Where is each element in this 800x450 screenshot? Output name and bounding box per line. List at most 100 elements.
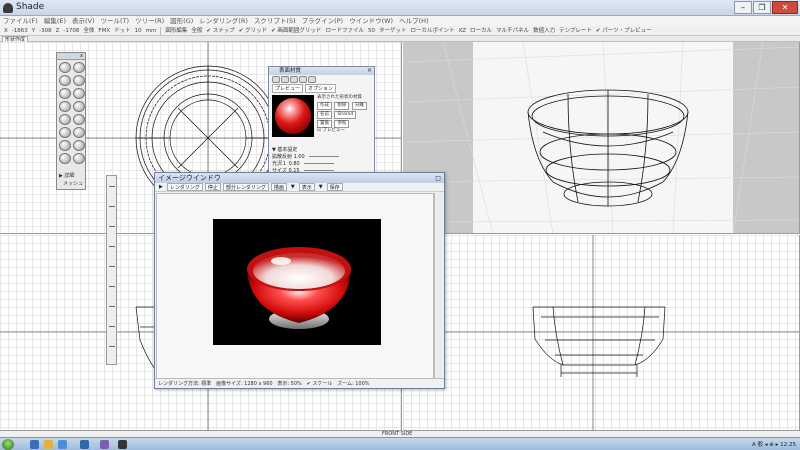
coord-y-value[interactable]: -308 [39, 26, 51, 35]
grid-value[interactable]: 10 [135, 26, 142, 35]
material-shared-button[interactable]: Shared [334, 111, 357, 119]
menu-shape[interactable]: 図形(G) [170, 16, 193, 26]
basic-settings-title[interactable]: ▼ 基本設定 [272, 147, 372, 154]
snap-checkbox[interactable]: ✔ スナップ [206, 26, 234, 35]
material-create-button[interactable]: 作成 [317, 102, 332, 110]
palette-close[interactable]: x [57, 53, 85, 60]
mirror-tool-icon[interactable] [73, 140, 85, 151]
tab-options[interactable]: オプション [305, 84, 337, 93]
rotate-tool-icon[interactable] [59, 140, 71, 151]
palette-detail-toggle[interactable]: ▶ 詳細 [59, 172, 74, 179]
material-plane-icon[interactable] [299, 76, 307, 83]
display-menu[interactable]: 表示 [298, 183, 315, 191]
material-separate-button[interactable]: 分離 [351, 102, 367, 110]
target-label[interactable]: ターゲット [379, 26, 407, 35]
start-button-icon[interactable] [2, 439, 14, 450]
coord-z-value[interactable]: -1708 [63, 26, 79, 35]
maximize-button[interactable]: ❐ [753, 1, 771, 14]
sweep-tool-icon[interactable] [73, 88, 85, 99]
material-delete-button[interactable]: 削除 [334, 102, 350, 110]
partial-render-button[interactable]: 部分レンダリング [222, 183, 269, 191]
circle-tool-icon[interactable] [73, 114, 85, 125]
material-replace-button[interactable]: 置換 [317, 120, 332, 128]
numeric-input-button[interactable]: 数値入力 [533, 26, 555, 35]
image-window-scrollbar[interactable] [434, 193, 443, 379]
close-button[interactable]: ✕ [772, 1, 798, 14]
stop-button[interactable]: 停止 [204, 183, 221, 191]
material-cube-icon[interactable] [290, 76, 298, 83]
size-slider[interactable] [303, 170, 334, 171]
render-button[interactable]: レンダリング [166, 183, 203, 191]
plane-select[interactable]: XZ [458, 26, 466, 35]
task-app-icon[interactable] [100, 440, 109, 449]
explorer-icon[interactable] [44, 440, 53, 449]
menu-help[interactable]: ヘルプ(H) [399, 16, 428, 26]
menu-tool[interactable]: ツール(T) [101, 16, 130, 26]
menu-edit[interactable]: 編集(E) [44, 16, 66, 26]
menu-tree[interactable]: ツリー(R) [135, 16, 164, 26]
display-ratio-label[interactable]: 表示: 50% [277, 381, 301, 387]
render-method-label[interactable]: レンダリング方法: 標準 [158, 381, 211, 387]
gloss-row[interactable]: 光沢１ 0.80 [272, 161, 372, 168]
viewport-perspective[interactable] [403, 42, 800, 234]
cone-tool-icon[interactable] [73, 75, 85, 86]
diffuse-slider[interactable] [308, 156, 339, 157]
local-button[interactable]: ローカル [470, 26, 492, 35]
unit-select[interactable]: mm [146, 26, 157, 35]
template-button[interactable]: テンプレート [559, 26, 592, 35]
viewport-side[interactable] [403, 235, 800, 431]
save-button[interactable]: 保存 [326, 183, 343, 191]
menu-view[interactable]: 表示(V) [72, 16, 95, 26]
load-file-value[interactable]: 50 [368, 26, 375, 35]
material-name-button[interactable]: 名前 [317, 111, 332, 119]
material-close-icon[interactable]: × [367, 67, 372, 75]
image-size-label[interactable]: 画像サイズ: 1280 x 960 [216, 381, 273, 387]
unit-dot[interactable]: ドット [114, 26, 131, 35]
multi-panel-button[interactable]: マルチパネル [496, 26, 529, 35]
media-icon[interactable] [58, 440, 67, 449]
menu-plugin[interactable]: プラグイン(P) [302, 16, 344, 26]
material-new-icon[interactable] [272, 76, 280, 83]
screen-grid-checkbox[interactable]: ✔ 画面範囲グリッド [271, 26, 321, 35]
material-options-icon[interactable] [308, 76, 316, 83]
material-refer-button[interactable]: 参照 [334, 120, 350, 128]
curve-tool-icon[interactable] [73, 101, 85, 112]
shade-task-icon[interactable] [118, 440, 127, 449]
minimize-button[interactable]: – [734, 1, 752, 14]
coord-x-value[interactable]: -1863 [12, 26, 28, 35]
parts-preview-checkbox[interactable]: ✔ パーツ・プレビュー [596, 26, 652, 35]
sphere-tool-icon[interactable] [59, 62, 71, 73]
camera-tool-icon[interactable] [73, 153, 85, 164]
vertical-scale-bar[interactable] [106, 175, 117, 365]
material-sphere-icon[interactable] [281, 76, 289, 83]
system-tray[interactable]: A 般 ◂ ⊕ ▸ 12:25 [752, 440, 796, 448]
menu-rendering[interactable]: レンダリング(R) [199, 16, 248, 26]
move-tool-icon[interactable] [59, 127, 71, 138]
task-app-icon[interactable] [80, 440, 89, 449]
preview-checkbox[interactable]: ☑ プレビュー [317, 128, 373, 134]
scale-tool-icon[interactable] [73, 127, 85, 138]
light-tool-icon[interactable] [59, 153, 71, 164]
menu-file[interactable]: ファイル(F) [3, 16, 38, 26]
gloss-slider[interactable] [303, 163, 334, 164]
tab-preview[interactable]: プレビュー [272, 84, 304, 93]
view-all-button[interactable]: 全体 [83, 26, 94, 35]
diffuse-row[interactable]: 拡散反射 1.00 [272, 154, 372, 161]
play-icon[interactable]: ▶ [157, 183, 165, 191]
revolve-tool-icon[interactable] [59, 88, 71, 99]
image-window-restore-icon[interactable]: ◻ [435, 173, 441, 183]
grid-checkbox[interactable]: ✔ グリッド [239, 26, 267, 35]
rect-tool-icon[interactable] [59, 114, 71, 125]
scale-checkbox[interactable]: ✔ スケール [307, 381, 333, 387]
line-tool-icon[interactable] [59, 101, 71, 112]
menu-window[interactable]: ウインドウ(W) [349, 16, 393, 26]
diffuse-value[interactable]: 1.00 [294, 154, 305, 160]
display-dropdown-icon[interactable]: ▼ [317, 183, 325, 191]
ie-icon[interactable] [30, 440, 39, 449]
torus-tool-icon[interactable] [73, 62, 85, 73]
cylinder-tool-icon[interactable] [59, 75, 71, 86]
draw-menu[interactable]: 描画 [270, 183, 287, 191]
mode-select[interactable]: 全般 [191, 26, 202, 35]
gloss-value[interactable]: 0.80 [289, 161, 300, 167]
zoom-label[interactable]: ズーム: 100% [337, 381, 369, 387]
